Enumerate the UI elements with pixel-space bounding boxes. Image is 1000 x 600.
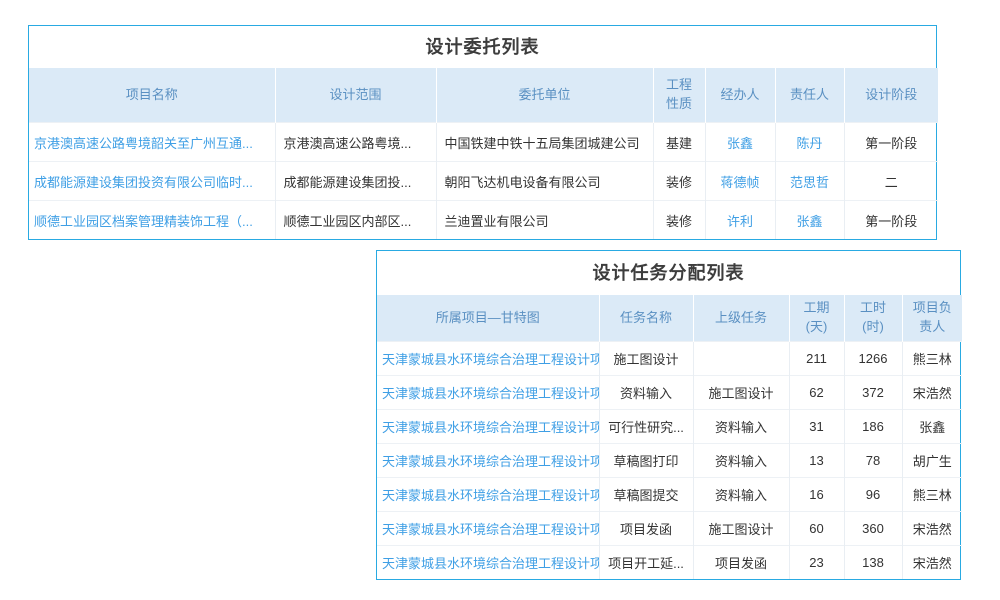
project-owner-cell: 宋浩然	[902, 512, 962, 546]
task-table: 所属项目—甘特图 任务名称 上级任务 工期 (天) 工时 (时) 项目负 责人 …	[377, 295, 962, 579]
commission-header-row: 项目名称 设计范围 委托单位 工程 性质 经办人 责任人 设计阶段	[29, 68, 938, 123]
column-header-duration-days: 工期 (天)	[789, 295, 844, 342]
design-scope-cell: 顺德工业园区内部区...	[275, 201, 436, 240]
table-row: 天津蒙城县水环境综合治理工程设计项目 资料输入 施工图设计 62 372 宋浩然	[377, 376, 962, 410]
nature-cell: 装修	[653, 201, 705, 240]
table-row: 京港澳高速公路粤境韶关至广州互通... 京港澳高速公路粤境... 中国铁建中铁十…	[29, 123, 938, 162]
owner-link[interactable]: 陈丹	[775, 123, 844, 162]
work-hours-cell: 372	[844, 376, 902, 410]
task-name-cell: 草稿图提交	[599, 478, 693, 512]
parent-task-cell: 施工图设计	[693, 376, 789, 410]
project-owner-cell: 熊三林	[902, 342, 962, 376]
table-row: 天津蒙城县水环境综合治理工程设计项目 草稿图提交 资料输入 16 96 熊三林	[377, 478, 962, 512]
project-owner-cell: 宋浩然	[902, 546, 962, 580]
owner-link[interactable]: 张鑫	[775, 201, 844, 240]
duration-days-cell: 16	[789, 478, 844, 512]
work-hours-cell: 138	[844, 546, 902, 580]
duration-days-cell: 60	[789, 512, 844, 546]
work-hours-cell: 360	[844, 512, 902, 546]
gantt-project-link[interactable]: 天津蒙城县水环境综合治理工程设计项目	[377, 478, 599, 512]
gantt-project-link[interactable]: 天津蒙城县水环境综合治理工程设计项目	[377, 512, 599, 546]
table-row: 成都能源建设集团投资有限公司临时... 成都能源建设集团投... 朝阳飞达机电设…	[29, 162, 938, 201]
column-header-nature: 工程 性质	[653, 68, 705, 123]
column-header-client: 委托单位	[436, 68, 653, 123]
column-header-scope: 设计范围	[275, 68, 436, 123]
stage-cell: 第一阶段	[844, 201, 938, 240]
column-header-work-hours: 工时 (时)	[844, 295, 902, 342]
project-name-link[interactable]: 成都能源建设集团投资有限公司临时...	[29, 162, 275, 201]
table-row: 天津蒙城县水环境综合治理工程设计项目 可行性研究... 资料输入 31 186 …	[377, 410, 962, 444]
table-row: 顺德工业园区档案管理精装饰工程（... 顺德工业园区内部区... 兰迪置业有限公…	[29, 201, 938, 240]
handler-link[interactable]: 张鑫	[705, 123, 775, 162]
gantt-project-link[interactable]: 天津蒙城县水环境综合治理工程设计项目	[377, 376, 599, 410]
gantt-project-link[interactable]: 天津蒙城县水环境综合治理工程设计项目	[377, 342, 599, 376]
work-hours-cell: 186	[844, 410, 902, 444]
handler-link[interactable]: 许利	[705, 201, 775, 240]
column-header-project: 项目名称	[29, 68, 275, 123]
gantt-project-link[interactable]: 天津蒙城县水环境综合治理工程设计项目	[377, 444, 599, 478]
task-name-cell: 项目发函	[599, 512, 693, 546]
project-name-link[interactable]: 京港澳高速公路粤境韶关至广州互通...	[29, 123, 275, 162]
parent-task-cell: 施工图设计	[693, 512, 789, 546]
table-row: 天津蒙城县水环境综合治理工程设计项目 草稿图打印 资料输入 13 78 胡广生	[377, 444, 962, 478]
column-header-task-name: 任务名称	[599, 295, 693, 342]
column-header-handler: 经办人	[705, 68, 775, 123]
parent-task-cell: 项目发函	[693, 546, 789, 580]
design-scope-cell: 京港澳高速公路粤境...	[275, 123, 436, 162]
parent-task-cell	[693, 342, 789, 376]
client-cell: 朝阳飞达机电设备有限公司	[436, 162, 653, 201]
duration-days-cell: 23	[789, 546, 844, 580]
column-header-gantt-project: 所属项目—甘特图	[377, 295, 599, 342]
parent-task-cell: 资料输入	[693, 478, 789, 512]
project-owner-cell: 熊三林	[902, 478, 962, 512]
nature-cell: 装修	[653, 162, 705, 201]
task-name-cell: 施工图设计	[599, 342, 693, 376]
client-cell: 兰迪置业有限公司	[436, 201, 653, 240]
parent-task-cell: 资料输入	[693, 444, 789, 478]
task-table-title: 设计任务分配列表	[377, 251, 960, 295]
column-header-project-owner: 项目负 责人	[902, 295, 962, 342]
parent-task-cell: 资料输入	[693, 410, 789, 444]
commission-table-panel: 设计委托列表 项目名称 设计范围 委托单位 工程 性质 经办人 责任人 设计阶段…	[28, 25, 937, 240]
project-name-link[interactable]: 顺德工业园区档案管理精装饰工程（...	[29, 201, 275, 240]
table-row: 天津蒙城县水环境综合治理工程设计项目 项目发函 施工图设计 60 360 宋浩然	[377, 512, 962, 546]
handler-link[interactable]: 蒋德帧	[705, 162, 775, 201]
work-hours-cell: 1266	[844, 342, 902, 376]
task-name-cell: 草稿图打印	[599, 444, 693, 478]
table-row: 天津蒙城县水环境综合治理工程设计项目 施工图设计 211 1266 熊三林	[377, 342, 962, 376]
commission-table: 项目名称 设计范围 委托单位 工程 性质 经办人 责任人 设计阶段 京港澳高速公…	[29, 68, 938, 239]
task-name-cell: 项目开工延...	[599, 546, 693, 580]
task-name-cell: 可行性研究...	[599, 410, 693, 444]
gantt-project-link[interactable]: 天津蒙城县水环境综合治理工程设计项目	[377, 546, 599, 580]
project-owner-cell: 张鑫	[902, 410, 962, 444]
nature-cell: 基建	[653, 123, 705, 162]
duration-days-cell: 211	[789, 342, 844, 376]
work-hours-cell: 96	[844, 478, 902, 512]
stage-cell: 二	[844, 162, 938, 201]
design-scope-cell: 成都能源建设集团投...	[275, 162, 436, 201]
project-owner-cell: 胡广生	[902, 444, 962, 478]
task-table-panel: 设计任务分配列表 所属项目—甘特图 任务名称 上级任务 工期 (天) 工时 (时…	[376, 250, 961, 580]
column-header-stage: 设计阶段	[844, 68, 938, 123]
column-header-parent-task: 上级任务	[693, 295, 789, 342]
column-header-owner: 责任人	[775, 68, 844, 123]
work-hours-cell: 78	[844, 444, 902, 478]
stage-cell: 第一阶段	[844, 123, 938, 162]
duration-days-cell: 31	[789, 410, 844, 444]
task-name-cell: 资料输入	[599, 376, 693, 410]
duration-days-cell: 62	[789, 376, 844, 410]
gantt-project-link[interactable]: 天津蒙城县水环境综合治理工程设计项目	[377, 410, 599, 444]
commission-table-title: 设计委托列表	[29, 26, 936, 68]
task-header-row: 所属项目—甘特图 任务名称 上级任务 工期 (天) 工时 (时) 项目负 责人	[377, 295, 962, 342]
owner-link[interactable]: 范思哲	[775, 162, 844, 201]
table-row: 天津蒙城县水环境综合治理工程设计项目 项目开工延... 项目发函 23 138 …	[377, 546, 962, 580]
duration-days-cell: 13	[789, 444, 844, 478]
project-owner-cell: 宋浩然	[902, 376, 962, 410]
client-cell: 中国铁建中铁十五局集团城建公司	[436, 123, 653, 162]
